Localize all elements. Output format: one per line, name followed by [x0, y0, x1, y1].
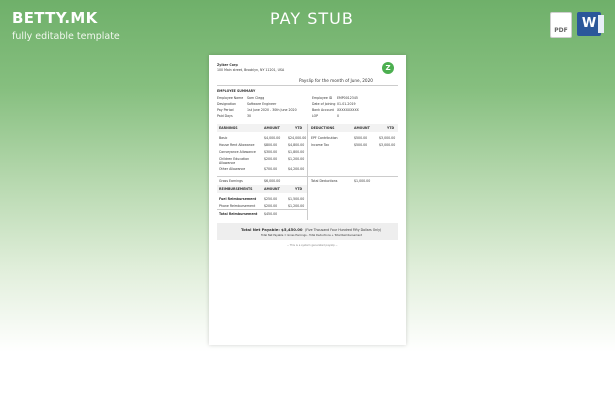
deductions-row-ytd: $3,000.00	[379, 136, 396, 140]
field-value: 30	[247, 114, 252, 118]
gross-earnings-label: Gross Earnings	[219, 179, 243, 183]
earnings-row-label: Conveyance Allowance	[219, 150, 256, 154]
earnings-row-ytd: $24,000.00	[288, 136, 307, 140]
earnings-ytd-head: YTD	[295, 126, 303, 130]
reimb-row-amount: $250.00	[264, 197, 278, 201]
total-deductions-value: $1,000.00	[354, 179, 371, 183]
reimb-row-label: Fuel Reimbursement	[219, 197, 257, 201]
total-deductions-label: Total Deductions	[311, 179, 338, 183]
field-value: 1st June 2020 - 30th June 2020	[247, 108, 297, 112]
field-value: 0	[337, 114, 340, 118]
reimb-row-ytd: $1,500.00	[288, 197, 305, 201]
column-divider	[307, 124, 308, 220]
earnings-row-label: Children Education Allowance	[219, 157, 250, 165]
deductions-row-amount: $500.00	[354, 136, 368, 140]
deductions-head: DEDUCTIONS	[311, 126, 335, 130]
deductions-row-label: Income Tax	[311, 143, 329, 147]
field-label: Date of Joining	[312, 102, 336, 106]
earnings-row-ytd: $1,200.00	[288, 157, 305, 161]
reimb-row-ytd: $1,200.00	[288, 204, 305, 208]
total-reimb-label: Total Reimbursement	[219, 212, 258, 216]
net-payable-words: (Five Thousand Four Hundred Fifty Dollar…	[305, 228, 382, 232]
deductions-ytd-head: YTD	[387, 126, 395, 130]
field-label: Paid Days	[217, 114, 233, 118]
payslip-title: Payslip for the month of June, 2020	[299, 78, 373, 83]
field-label: Pay Period	[217, 108, 234, 112]
field-value: XXXXXXXXXX	[337, 108, 359, 112]
reimb-row-label: Phone Reimbursement	[219, 204, 256, 208]
earnings-row-ytd: $4,800.00	[288, 143, 305, 147]
earnings-row-amount: $300.00	[264, 150, 278, 154]
deductions-row-label: EPF Contribution	[311, 136, 338, 140]
reimb-row-amount: $200.00	[264, 204, 278, 208]
deductions-amount-head: AMOUNT	[354, 126, 370, 130]
net-payable: Total Net Payable: $5,450.00	[241, 227, 303, 232]
pdf-icon-label: PDF	[554, 27, 568, 34]
page-title: PAY STUB	[270, 9, 354, 28]
field-value: Sam Clegg	[247, 96, 265, 100]
deductions-row-ytd: $3,000.00	[379, 143, 396, 147]
earnings-row-label: House Rent Allowance	[219, 143, 255, 147]
earnings-row-amount: $200.00	[264, 157, 278, 161]
company-address: 100 Main street, Brooklyn, NY 11201, USA	[217, 68, 285, 72]
company-name: Zylker Corp	[217, 63, 238, 67]
field-label: Employee ID	[312, 96, 333, 100]
earnings-row-label: Other Allowance	[219, 167, 246, 171]
earnings-row-label: Basic	[219, 136, 228, 140]
gross-earnings-value: $6,000.00	[264, 179, 281, 183]
net-payable-note: Total Net Payable = Gross Earnings - Tot…	[261, 234, 363, 237]
pdf-file-icon[interactable]: PDF	[550, 12, 572, 38]
deductions-row-amount: $500.00	[354, 143, 368, 147]
earnings-row-amount: $700.00	[264, 167, 278, 171]
earnings-row-amount: $800.00	[264, 143, 278, 147]
tagline: fully editable template	[12, 31, 120, 42]
reimb-ytd-head: YTD	[295, 187, 303, 191]
field-label: Designation	[217, 102, 237, 106]
system-generated-note: -- This is a system generated payslip --	[287, 244, 338, 247]
field-label: LOP	[312, 114, 319, 118]
employee-summary-heading: EMPLOYEE SUMMARY	[217, 89, 256, 93]
pay-stub-document: Zylker Corp 100 Main street, Brooklyn, N…	[209, 55, 406, 345]
earnings-amount-head: AMOUNT	[264, 126, 280, 130]
field-value: 01-01-2019	[337, 102, 356, 106]
reimb-head: REIMBURSEMENTS	[219, 187, 253, 191]
company-logo-icon: Z	[382, 62, 394, 74]
field-value: EMP0012345	[337, 96, 358, 100]
word-file-icon[interactable]: W	[577, 12, 604, 36]
field-label: Employee Name	[217, 96, 244, 100]
reimb-amount-head: AMOUNT	[264, 187, 280, 191]
field-value: Software Engineer	[247, 102, 277, 106]
field-label: Bank Account	[312, 108, 334, 112]
earnings-row-ytd: $4,200.00	[288, 167, 305, 171]
divider	[217, 209, 307, 210]
earnings-head: EARNINGS	[219, 126, 238, 130]
total-reimb-value: $450.00	[264, 212, 278, 216]
brand-logo: BETTY.MK	[12, 9, 98, 27]
earnings-row-ytd: $1,800.00	[288, 150, 305, 154]
divider	[217, 85, 398, 86]
earnings-row-amount: $4,000.00	[264, 136, 281, 140]
divider	[217, 176, 398, 177]
